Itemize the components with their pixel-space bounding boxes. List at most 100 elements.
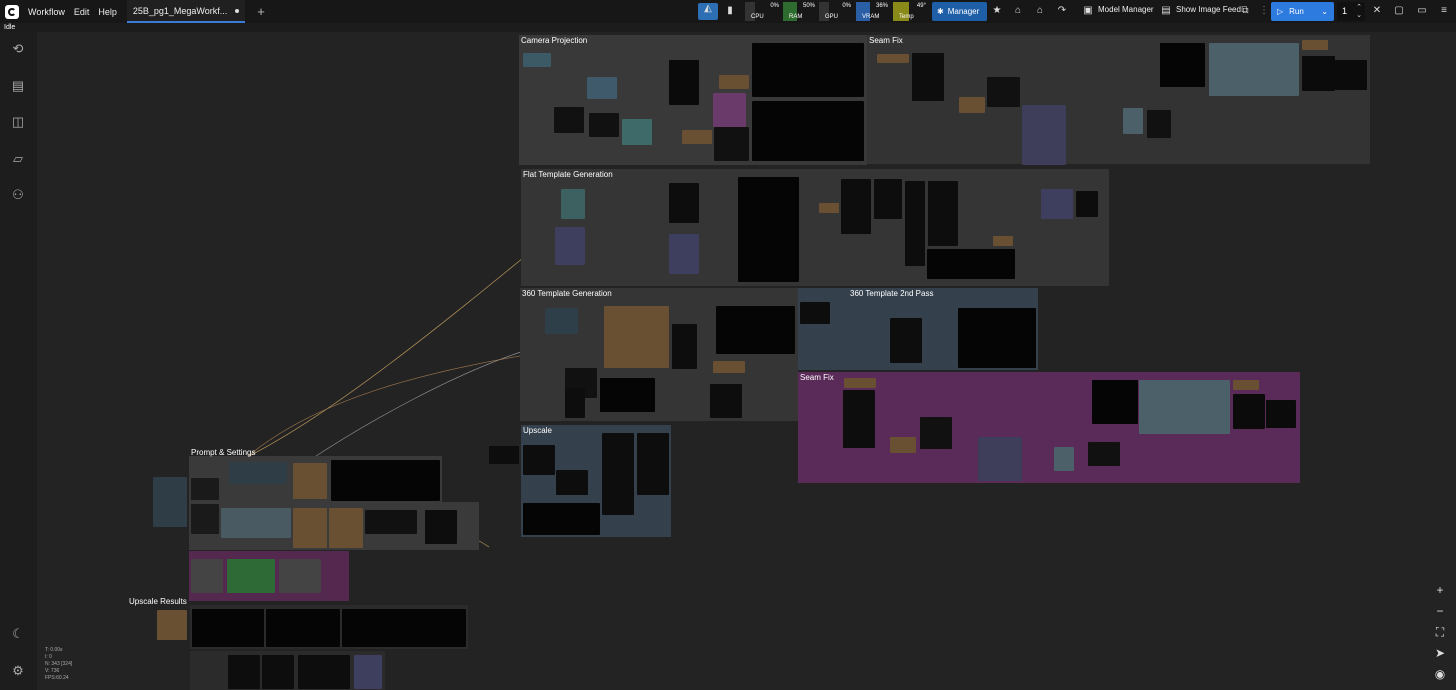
node[interactable]: [713, 361, 745, 373]
node[interactable]: [669, 234, 699, 274]
menu-workflow[interactable]: Workflow: [28, 7, 65, 17]
node[interactable]: [1076, 191, 1098, 217]
node[interactable]: [262, 655, 294, 689]
hamburger-menu-icon[interactable]: ≡: [1438, 5, 1450, 17]
node[interactable]: [279, 559, 321, 593]
node[interactable]: [604, 306, 638, 368]
node[interactable]: [993, 236, 1013, 246]
fit-view-icon[interactable]: ⛶: [1432, 624, 1448, 640]
node[interactable]: [600, 378, 655, 412]
group-prompt-settings[interactable]: Prompt & Settings: [189, 448, 442, 502]
preview-node[interactable]: [716, 306, 795, 354]
node[interactable]: [523, 503, 600, 535]
node[interactable]: [905, 181, 925, 266]
group-prompt-settings-lower[interactable]: [189, 502, 479, 550]
node[interactable]: [221, 508, 291, 538]
node[interactable]: [365, 510, 417, 534]
node[interactable]: [1147, 110, 1171, 138]
preview-node[interactable]: [1139, 380, 1230, 434]
node[interactable]: [293, 508, 327, 548]
node[interactable]: [425, 510, 457, 544]
node-graph-canvas[interactable]: Camera Projection Seam Fix Flat Template…: [37, 32, 1456, 690]
zoom-in-plus-icon[interactable]: +: [1432, 582, 1448, 598]
redo-icon[interactable]: ↷: [1056, 5, 1068, 17]
stepper-down-icon[interactable]: ⌄: [1353, 10, 1365, 22]
preview-node[interactable]: [752, 101, 864, 161]
bookmark-icon[interactable]: ▮: [724, 5, 736, 17]
node[interactable]: [841, 179, 871, 234]
node[interactable]: [877, 54, 909, 63]
node[interactable]: [843, 390, 875, 448]
app-logo-icon[interactable]: [5, 4, 19, 19]
drag-handle-icon[interactable]: ⋮: [1258, 5, 1270, 17]
close-icon[interactable]: ✕: [1371, 5, 1383, 17]
group-flat-template-generation[interactable]: Flat Template Generation: [521, 169, 1109, 286]
group-360-template-2nd-pass[interactable]: 360 Template 2nd Pass: [798, 288, 1038, 370]
node[interactable]: [714, 127, 749, 161]
toggle-links-eye-icon[interactable]: ◉: [1432, 666, 1448, 682]
settings-gear-icon[interactable]: ⚙: [10, 663, 26, 679]
node[interactable]: [672, 324, 697, 369]
star-icon[interactable]: ★: [991, 5, 1003, 17]
group-bottom[interactable]: [190, 651, 385, 690]
preview-node[interactable]: [266, 609, 340, 647]
group-seam-fix-mid[interactable]: Seam Fix: [798, 372, 1300, 483]
node[interactable]: [227, 559, 275, 593]
node[interactable]: [565, 388, 585, 418]
image-feed-button[interactable]: Show Image Feed: [1176, 5, 1241, 14]
node[interactable]: [561, 189, 585, 219]
model-library-cube-icon[interactable]: ◫: [10, 114, 26, 130]
node[interactable]: [819, 203, 839, 213]
node[interactable]: [153, 477, 187, 527]
node[interactable]: [354, 655, 382, 689]
node[interactable]: [912, 53, 944, 101]
node[interactable]: [191, 504, 219, 534]
model-manager-button[interactable]: Model Manager: [1098, 5, 1154, 14]
workspace-icon[interactable]: ⌂: [1034, 5, 1046, 17]
node[interactable]: [191, 478, 219, 500]
node-library-icon[interactable]: ⚇: [10, 187, 26, 203]
workflows-folder-icon[interactable]: ▱: [10, 151, 26, 167]
group-upscale-results[interactable]: Upscale Results: [129, 597, 468, 649]
node[interactable]: [157, 610, 187, 640]
node[interactable]: [987, 77, 1020, 107]
node[interactable]: [669, 183, 699, 223]
group-camera-projection[interactable]: Camera Projection: [519, 35, 867, 165]
preview-node[interactable]: [738, 177, 799, 282]
node[interactable]: [682, 130, 712, 144]
node[interactable]: [710, 384, 742, 418]
node[interactable]: [1233, 394, 1265, 429]
node[interactable]: [637, 306, 669, 368]
theme-moon-icon[interactable]: ☾: [10, 626, 26, 642]
node[interactable]: [959, 97, 985, 113]
node[interactable]: [719, 75, 749, 89]
node[interactable]: [1266, 400, 1296, 428]
node[interactable]: [1233, 380, 1259, 390]
menu-help[interactable]: Help: [98, 7, 117, 17]
share-icon[interactable]: ⌂: [1012, 5, 1024, 17]
node[interactable]: [637, 433, 669, 495]
panel-icon[interactable]: ▢: [1393, 5, 1405, 17]
node[interactable]: [890, 318, 922, 363]
node[interactable]: [1335, 60, 1367, 90]
node[interactable]: [556, 470, 588, 495]
history-icon[interactable]: ⟲: [10, 41, 26, 57]
group-360-template-generation[interactable]: 360 Template Generation: [520, 288, 798, 421]
node[interactable]: [229, 462, 287, 484]
node[interactable]: [523, 53, 551, 67]
preview-node[interactable]: [1209, 43, 1299, 96]
preview-node[interactable]: [927, 249, 1015, 279]
node[interactable]: [669, 60, 699, 105]
node[interactable]: [1302, 40, 1328, 50]
node[interactable]: [1092, 380, 1138, 424]
node[interactable]: [329, 508, 363, 548]
select-pointer-icon[interactable]: ➤: [1432, 645, 1448, 661]
node[interactable]: [555, 227, 585, 265]
preview-node[interactable]: [192, 609, 264, 647]
node[interactable]: [298, 655, 350, 689]
node[interactable]: [1041, 189, 1073, 219]
node[interactable]: [920, 417, 952, 449]
new-tab-plus-icon[interactable]: +: [257, 4, 265, 19]
queue-list-icon[interactable]: ▤: [10, 78, 26, 94]
node[interactable]: [589, 113, 619, 137]
